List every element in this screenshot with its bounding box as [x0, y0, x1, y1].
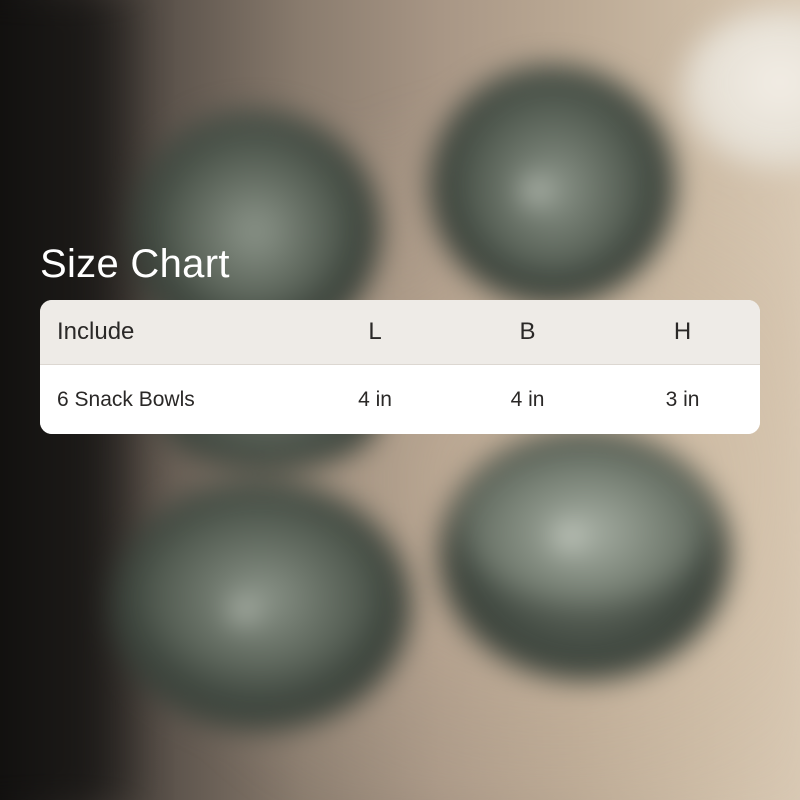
- page-title: Size Chart: [40, 242, 230, 286]
- size-table: Include L B H 6 Snack Bowls 4 in 4 in 3 …: [40, 300, 760, 434]
- bowl-interior: [458, 87, 648, 272]
- bowl-bottom-left: [110, 480, 410, 730]
- cell-include: 6 Snack Bowls: [57, 387, 195, 411]
- cell-height: 3 in: [665, 387, 700, 411]
- size-chart-graphic: Size Chart Include L B H 6 Snack Bowls 4…: [0, 0, 800, 800]
- header-height: H: [673, 318, 692, 345]
- bowl-interior: [140, 500, 380, 680]
- bowl-glint: [550, 522, 586, 552]
- bowl-interior: [460, 442, 710, 607]
- bowl-glint: [518, 177, 552, 205]
- header-include: Include: [57, 318, 135, 345]
- cell-length: 4 in: [358, 387, 392, 411]
- table-row: 6 Snack Bowls 4 in 4 in 3 in: [40, 365, 760, 434]
- bowl-top-right: [430, 65, 675, 305]
- cell-breadth: 4 in: [510, 387, 545, 411]
- header-length: L: [368, 318, 382, 345]
- bowl-bottom-right: [440, 430, 730, 680]
- bowl-glint: [228, 598, 258, 624]
- header-breadth: B: [519, 318, 536, 345]
- table-header-row: Include L B H: [40, 300, 760, 365]
